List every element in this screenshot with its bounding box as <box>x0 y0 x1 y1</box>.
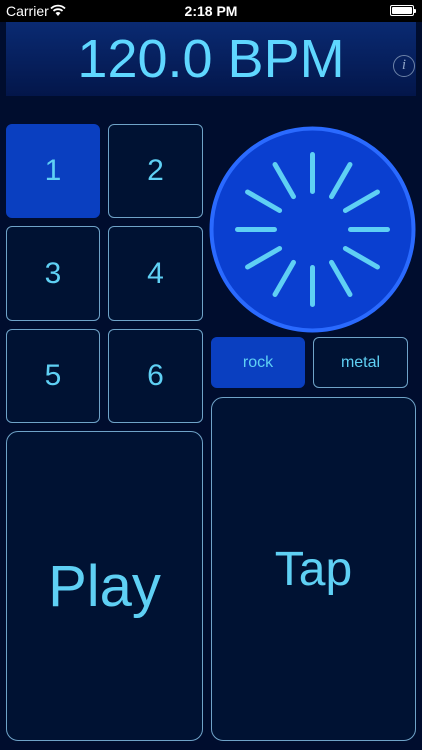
play-button[interactable]: Play <box>6 431 203 741</box>
clock: 2:18 PM <box>184 3 238 19</box>
pad-2-button[interactable]: 2 <box>108 124 203 218</box>
style-metal-button[interactable]: metal <box>313 337 408 388</box>
battery-icon <box>390 5 416 16</box>
beat-dial[interactable] <box>209 126 416 333</box>
status-bar: Carrier 2:18 PM <box>0 0 422 22</box>
tempo-display-panel: 120.0 BPM i <box>6 22 416 96</box>
pad-4-button[interactable]: 4 <box>108 226 203 321</box>
tempo-display: 120.0 BPM <box>77 29 345 89</box>
pad-3-button[interactable]: 3 <box>6 226 100 321</box>
pad-1-button[interactable]: 1 <box>6 124 100 218</box>
pad-5-button[interactable]: 5 <box>6 329 100 423</box>
style-rock-button[interactable]: rock <box>211 337 305 388</box>
info-button[interactable]: i <box>393 55 415 77</box>
tap-button[interactable]: Tap <box>211 397 416 741</box>
pad-6-button[interactable]: 6 <box>108 329 203 423</box>
